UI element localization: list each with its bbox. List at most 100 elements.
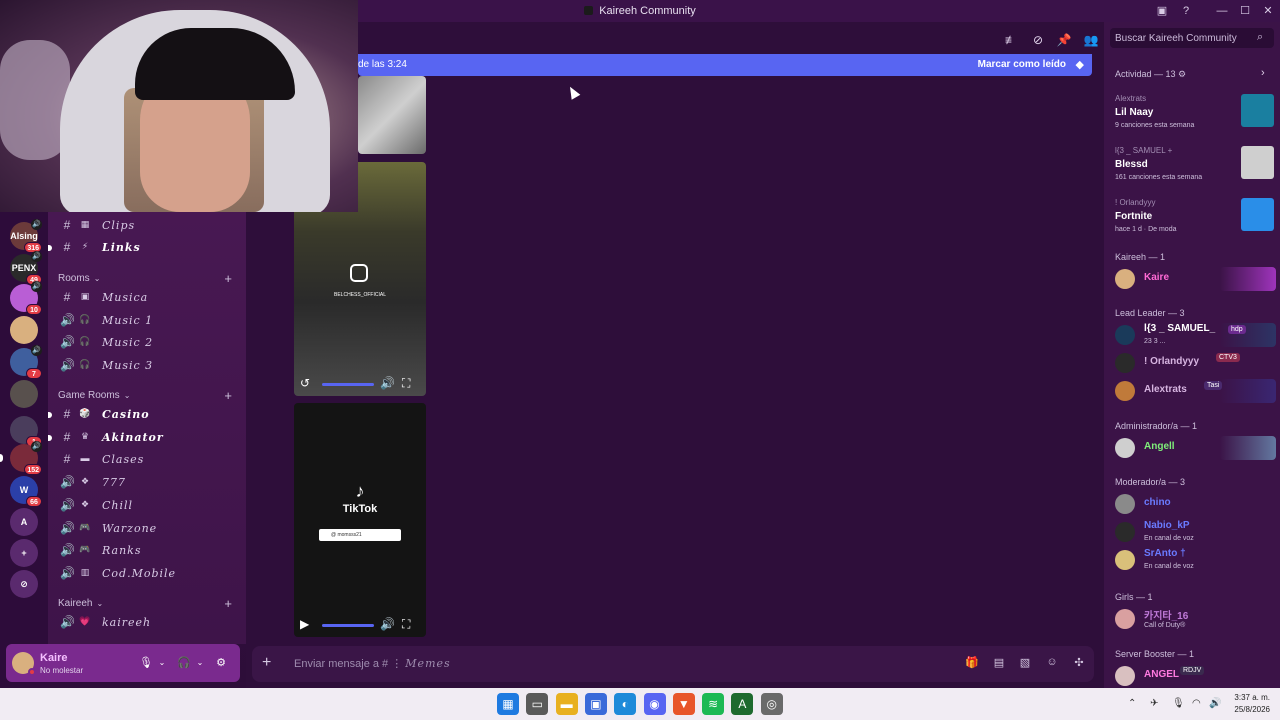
fullscreen-icon[interactable]: ⛶ [402, 376, 410, 391]
category-game-rooms[interactable]: Game Rooms ⌄ + [58, 388, 242, 403]
chevron-right-icon[interactable]: › [1261, 67, 1265, 79]
member-item[interactable]: chino [1110, 491, 1276, 517]
channel-links[interactable]: # ⚡ Links [48, 238, 240, 258]
spotify-icon[interactable]: ≋ [702, 693, 725, 715]
channel-musica[interactable]: # ▣ Musica [56, 288, 240, 308]
search-icon[interactable]: ⌕ [1257, 31, 1263, 44]
wifi-icon[interactable]: ◠ [1192, 698, 1201, 709]
server-icon[interactable]: 7 🔊 [10, 345, 42, 379]
video-progress-bar[interactable] [322, 383, 374, 386]
explorer-icon[interactable]: ▬ [555, 693, 578, 715]
member-item[interactable]: ! Orlandyyy CTV3 [1110, 350, 1276, 376]
close-button[interactable]: ✕ [1260, 3, 1276, 19]
taskview-icon[interactable]: ▭ [526, 693, 549, 715]
audio-options-chevron-icon[interactable]: ⌄ [192, 655, 208, 671]
add-channel-icon[interactable]: + [224, 596, 232, 611]
mic-options-chevron-icon[interactable]: ⌄ [154, 655, 170, 671]
inbox-icon[interactable]: ▣ [1154, 3, 1170, 19]
channel-music-3[interactable]: 🔊 🎧 Music 3 [56, 356, 240, 376]
microphone-icon[interactable]: 🎙 [138, 655, 154, 671]
sticker-icon[interactable]: ▧ [1017, 656, 1033, 672]
channel-cod-mobile[interactable]: 🔊 ▥ Cod.Mobile [56, 564, 240, 584]
gift-icon[interactable]: 🎁 [964, 656, 980, 672]
emoji-icon[interactable]: ☺ [1044, 656, 1060, 672]
composer-placeholder[interactable]: Enviar mensaje a # ⋮ Memes [294, 657, 451, 670]
member-item[interactable]: SrAnto † En canal de voz [1110, 547, 1276, 573]
server-icon[interactable]: W 66 [10, 476, 42, 507]
search-input[interactable] [1110, 28, 1274, 48]
start-icon[interactable]: ▦ [497, 693, 519, 715]
server-icon[interactable]: 10 🔊 [10, 281, 42, 315]
server-icon[interactable]: 152 🔊 [10, 441, 42, 475]
system-clock[interactable]: 3:37 a. m. 25/8/2026 [1234, 692, 1270, 716]
server-icon[interactable]: + [10, 539, 38, 567]
help-icon[interactable]: ? [1178, 3, 1194, 19]
activity-card[interactable]: ! Orlandyyy Fortnite hace 1 d · De moda [1110, 196, 1274, 240]
member-item[interactable]: Angell [1110, 435, 1276, 461]
channel-clips[interactable]: # ▦ Clips [56, 216, 240, 236]
apps-icon[interactable]: ✣ [1071, 656, 1087, 672]
editor-icon[interactable]: A [731, 693, 754, 715]
add-channel-icon[interactable]: + [224, 388, 232, 403]
server-icon[interactable] [10, 380, 38, 408]
activity-card[interactable]: Alextrats Lil Naay 9 canciones esta semana [1110, 92, 1274, 136]
tray-mic-icon[interactable]: 🎙 [1172, 698, 1185, 709]
video-progress-bar[interactable] [322, 624, 374, 627]
channel-music-1[interactable]: 🔊 🎧 Music 1 [56, 311, 240, 331]
video-attachment-tiktok[interactable]: ♪ TikTok @ momsss21 ▶ 🔊 ⛶ [294, 403, 426, 637]
maximize-button[interactable]: ☐ [1237, 3, 1253, 19]
member-item[interactable]: Kaire [1110, 266, 1276, 292]
headphones-icon[interactable]: 🎧 [176, 655, 192, 671]
activity-card[interactable]: l{3 _ SAMUEL + Blessd 161 canciones esta s… [1110, 144, 1274, 188]
channel-ranks[interactable]: 🔊 🎮 Ranks [56, 541, 240, 561]
gear-icon[interactable]: ⚙ [213, 655, 229, 671]
server-icon[interactable]: 1 [10, 416, 42, 447]
member-item[interactable]: Nabio_kP En canal de voz [1110, 519, 1276, 545]
tray-chevron-icon[interactable]: ⌃ [1128, 698, 1136, 709]
member-item[interactable]: Alextrats Tasi [1110, 378, 1276, 404]
pin-icon[interactable]: 📌 [1056, 32, 1072, 48]
edge-icon[interactable]: ◐ [614, 693, 637, 715]
recorder-icon[interactable]: ◎ [760, 693, 783, 715]
channel-chill[interactable]: 🔊 ❖ Chill [56, 496, 240, 516]
channel-777[interactable]: 🔊 ❖ 777 [56, 473, 240, 493]
members-list-icon[interactable]: 👥 [1083, 32, 1099, 48]
channel-casino[interactable]: # 🎲 Casino [48, 405, 240, 425]
brave-icon[interactable]: ▼ [672, 693, 695, 715]
server-icon[interactable]: Alsing 316 🔊 [10, 219, 42, 253]
member-item[interactable]: ANGEL RDJV [1110, 663, 1276, 689]
category-kaireeh[interactable]: Kaireeh ⌄ + [58, 596, 242, 611]
minimize-button[interactable]: — [1214, 3, 1230, 19]
server-icon[interactable]: A [10, 508, 38, 536]
replay-icon[interactable]: ↺ [300, 376, 310, 390]
play-icon[interactable]: ▶ [300, 617, 309, 631]
channel-kaireeh[interactable]: 🔊 💗 kaireeh [56, 613, 240, 633]
add-channel-icon[interactable]: + [224, 271, 232, 286]
discord-icon[interactable]: ◉ [643, 693, 666, 715]
server-icon[interactable] [10, 316, 38, 344]
volume-icon[interactable]: 🔊 [1209, 698, 1221, 709]
store-icon[interactable]: ▣ [584, 693, 607, 715]
channel-music-2[interactable]: 🔊 🎧 Music 2 [56, 333, 240, 353]
new-messages-bar[interactable]: de las 3:24 Marcar como leído ◆ [358, 54, 1092, 76]
activity-header[interactable]: Actividad — 13 ⚙ [1115, 69, 1186, 80]
mark-read-button[interactable]: Marcar como leído [978, 59, 1066, 70]
member-item[interactable]: l{3 _ SAMUEL_ 23 3 ... hdp [1110, 322, 1276, 348]
mark-read-icon[interactable]: ◆ [1076, 58, 1084, 71]
image-attachment[interactable] [358, 76, 426, 154]
tray-app-icon[interactable]: ✈ [1150, 698, 1158, 709]
server-icon[interactable]: PENX49🔊 [10, 251, 42, 285]
volume-icon[interactable]: 🔊 [380, 376, 395, 390]
channel-warzone[interactable]: 🔊 🎮 Warzone [56, 519, 240, 539]
channel-clases[interactable]: # ▬ Clases [56, 450, 240, 470]
volume-icon[interactable]: 🔊 [380, 617, 395, 631]
mute-bell-icon[interactable]: ⊘ [1030, 32, 1046, 48]
category-rooms[interactable]: Rooms ⌄ + [58, 271, 242, 286]
server-icon[interactable]: ⊘ [10, 570, 38, 598]
gif-icon[interactable]: ▤ [991, 656, 1007, 672]
fullscreen-icon[interactable]: ⛶ [402, 617, 410, 632]
threads-icon[interactable]: ≢ [1003, 32, 1019, 48]
member-item[interactable]: 카지타_16 Call of Duty® [1110, 606, 1276, 632]
attach-plus-icon[interactable]: + [262, 654, 271, 672]
channel-akinator[interactable]: # ♛ Akinator [48, 428, 240, 448]
